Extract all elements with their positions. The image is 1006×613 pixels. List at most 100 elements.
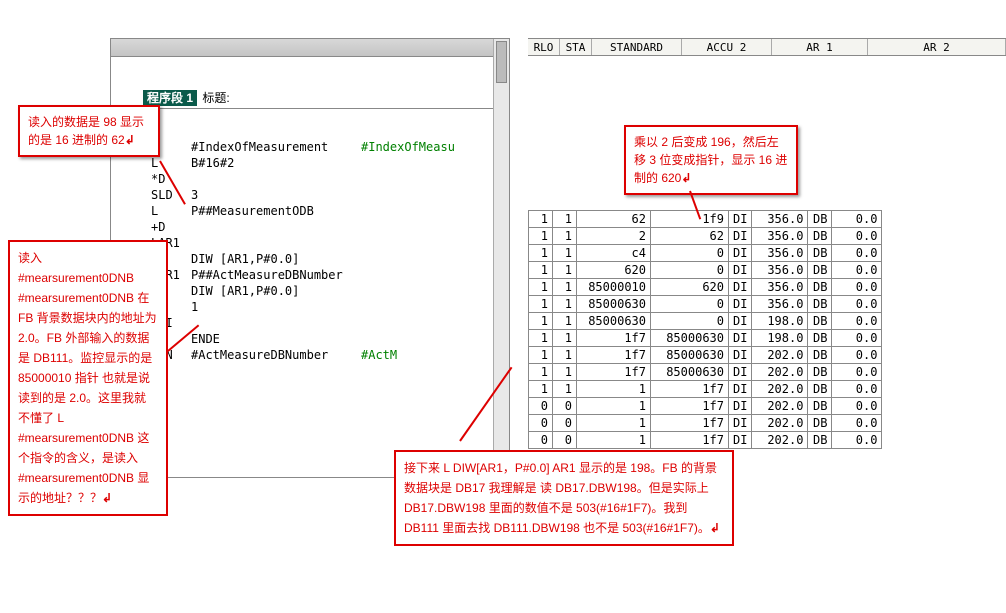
cell: 356.0: [752, 262, 808, 279]
monitor-table: 11621f9DI356.0DB0.011262DI356.0DB0.011c4…: [528, 210, 882, 449]
code-line[interactable]: LB#16#2: [151, 155, 503, 171]
code-line[interactable]: L1: [151, 299, 503, 315]
cell: 1: [553, 245, 577, 262]
cell: 1f7: [577, 347, 651, 364]
cell: 1: [553, 330, 577, 347]
cell: 1: [553, 211, 577, 228]
table-row[interactable]: 11850006300DI198.0DB0.0: [529, 313, 882, 330]
cell: 1: [577, 415, 651, 432]
table-row[interactable]: 11c40DI356.0DB0.0: [529, 245, 882, 262]
cell: 356.0: [752, 228, 808, 245]
code-line[interactable]: LP##MeasurementODB: [151, 203, 503, 219]
cell: 1f7: [577, 364, 651, 381]
code-op: L: [151, 203, 191, 219]
panel-titlebar: [111, 39, 509, 57]
table-row[interactable]: 11850006300DI356.0DB0.0: [529, 296, 882, 313]
cell: 1: [553, 296, 577, 313]
cell: DI: [729, 381, 752, 398]
cell: 356.0: [752, 211, 808, 228]
code-line[interactable]: +D: [151, 219, 503, 235]
code-arg: #ActMeasureDBNumber: [191, 347, 361, 363]
code-line[interactable]: LDIW [AR1,P#0.0]: [151, 251, 503, 267]
cell: 0.0: [832, 245, 882, 262]
code-line[interactable]: OPN#ActMeasureDBNumber#ActM: [151, 347, 503, 363]
code-panel: 程序段 1 标题: L#IndexOfMeasurement#IndexOfMe…: [110, 38, 510, 478]
table-row[interactable]: 0011f7DI202.0DB0.0: [529, 415, 882, 432]
cell: DI: [729, 245, 752, 262]
cell: 85000630: [651, 364, 729, 381]
code-line[interactable]: LAR1P##ActMeasureDBNumber: [151, 267, 503, 283]
cell: 0.0: [832, 211, 882, 228]
cell: 0: [529, 432, 553, 449]
cell: DB: [808, 381, 832, 398]
code-arg: 3: [191, 187, 361, 203]
cell: 85000630: [577, 313, 651, 330]
table-row[interactable]: 111f785000630DI202.0DB0.0: [529, 347, 882, 364]
code-op: L: [151, 155, 191, 171]
cell: 198.0: [752, 330, 808, 347]
code-line[interactable]: SLD3: [151, 187, 503, 203]
callout-top-right: 乘以 2 后变成 196，然后左移 3 位变成指针，显示 16 进制的 620↲: [624, 125, 798, 195]
table-row[interactable]: 1111f7DI202.0DB0.0: [529, 381, 882, 398]
cell: DI: [729, 279, 752, 296]
cell: 0: [651, 262, 729, 279]
cell: 0.0: [832, 415, 882, 432]
code-body[interactable]: L#IndexOfMeasurement#IndexOfMeasuLB#16#2…: [111, 109, 509, 369]
table-row[interactable]: 111f785000630DI202.0DB0.0: [529, 364, 882, 381]
monitor-header: RLO STA STANDARD ACCU 2 AR 1 AR 2: [528, 38, 1006, 56]
cell: DB: [808, 296, 832, 313]
cell: DI: [729, 347, 752, 364]
cell: DI: [729, 398, 752, 415]
callout-top-left: 读入的数据是 98 显示的是 16 进制的 62↲: [18, 105, 160, 157]
cell: 0: [553, 432, 577, 449]
cell: 0.0: [832, 313, 882, 330]
cell: 620: [651, 279, 729, 296]
code-line[interactable]: *D: [151, 171, 503, 187]
table-row[interactable]: 116200DI356.0DB0.0: [529, 262, 882, 279]
cell: DB: [808, 245, 832, 262]
cell: 1f7: [651, 415, 729, 432]
vertical-scrollbar[interactable]: [493, 39, 509, 477]
code-op: +D: [151, 219, 191, 235]
code-arg: B#16#2: [191, 155, 361, 171]
code-op: SLD: [151, 187, 191, 203]
cell: 1: [553, 279, 577, 296]
table-row[interactable]: 0011f7DI202.0DB0.0: [529, 432, 882, 449]
table-row[interactable]: 11621f9DI356.0DB0.0: [529, 211, 882, 228]
cell: 85000630: [651, 330, 729, 347]
hdr-ar2: AR 2: [868, 39, 1006, 55]
cell: 198.0: [752, 313, 808, 330]
cell: 202.0: [752, 398, 808, 415]
cell: DB: [808, 415, 832, 432]
cell: DB: [808, 211, 832, 228]
code-line[interactable]: L#IndexOfMeasurement#IndexOfMeasu: [151, 139, 503, 155]
table-row[interactable]: 1185000010620DI356.0DB0.0: [529, 279, 882, 296]
cell: DB: [808, 347, 832, 364]
code-line[interactable]: JCENDE: [151, 331, 503, 347]
cell: 202.0: [752, 364, 808, 381]
section-label: 程序段 1: [143, 90, 197, 106]
cell: 1f7: [651, 432, 729, 449]
table-row[interactable]: 11262DI356.0DB0.0: [529, 228, 882, 245]
cell: DI: [729, 364, 752, 381]
cell: 1: [553, 262, 577, 279]
table-row[interactable]: 111f785000630DI198.0DB0.0: [529, 330, 882, 347]
code-line[interactable]: TDIW [AR1,P#0.0]: [151, 283, 503, 299]
code-line[interactable]: LAR1: [151, 235, 503, 251]
code-arg: 1: [191, 299, 361, 315]
cell: 1: [529, 381, 553, 398]
code-line[interactable]: ==I: [151, 315, 503, 331]
cell: DB: [808, 262, 832, 279]
cell: 0.0: [832, 228, 882, 245]
callout-bottom: 接下来 L DIW[AR1，P#0.0] AR1 显示的是 198。FB 的背景…: [394, 450, 734, 546]
callout-left: 读入 #mearsurement0DNB #mearsurement0DNB 在…: [8, 240, 168, 516]
cell: 62: [651, 228, 729, 245]
table-row[interactable]: 0011f7DI202.0DB0.0: [529, 398, 882, 415]
cell: 356.0: [752, 245, 808, 262]
hdr-standard: STANDARD: [592, 39, 682, 55]
cell: DI: [729, 211, 752, 228]
cell: 0.0: [832, 364, 882, 381]
cell: 0.0: [832, 381, 882, 398]
code-arg: P##ActMeasureDBNumber: [191, 267, 361, 283]
cell: 1f7: [577, 330, 651, 347]
